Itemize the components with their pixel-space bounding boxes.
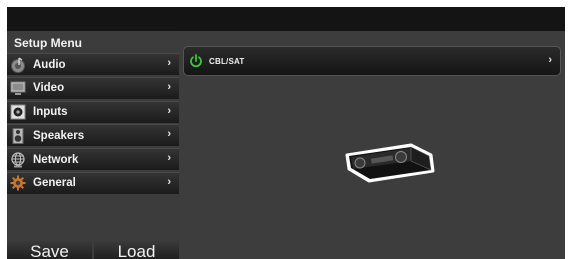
source-label: CBL/SAT [209,56,245,66]
chevron-right-icon: › [167,128,171,141]
setup-screen: Setup Menu Audio › Video › Inputs › Spea… [7,7,565,259]
chevron-right-icon: › [167,80,171,93]
sidebar-item-network[interactable]: Network › [7,148,179,171]
sidebar-item-video[interactable]: Video › [7,76,179,99]
chevron-right-icon: › [548,54,552,66]
chevron-right-icon: › [167,57,171,69]
sidebar-item-speakers[interactable]: Speakers › [7,124,179,147]
sidebar-item-label: Speakers [33,129,85,142]
sidebar-title: Setup Menu [14,36,82,50]
sidebar-item-inputs[interactable]: Inputs › [7,100,179,123]
globe-icon [10,152,26,168]
sidebar-item-audio[interactable]: Audio › [7,53,179,75]
input-jack-icon [10,104,26,120]
speaker-icon [10,127,26,144]
setup-menu: Audio › Video › Inputs › Speakers › Netw… [7,53,179,196]
monitor-icon [10,80,26,96]
top-bar [7,7,565,31]
sidebar-item-label: Network [33,153,79,166]
source-item-cbl-sat[interactable]: CBL/SAT › [183,46,561,76]
load-button[interactable]: Load [94,241,179,259]
bottom-buttons: Save Load [7,241,179,259]
chevron-right-icon: › [167,104,171,117]
av-receiver-image [345,141,437,183]
power-icon [189,54,203,68]
gear-icon [10,175,26,191]
sidebar-item-label: Audio [33,58,66,71]
chevron-right-icon: › [167,152,171,165]
sidebar-item-label: General [33,177,76,190]
content-panel: CBL/SAT › [179,31,565,259]
sidebar: Setup Menu Audio › Video › Inputs › Spea… [7,31,179,259]
save-button[interactable]: Save [7,241,92,259]
sidebar-item-label: Video [33,82,65,95]
sidebar-item-general[interactable]: General › [7,171,179,194]
music-note-icon [10,56,26,73]
sidebar-item-label: Inputs [33,106,68,119]
chevron-right-icon: › [167,175,171,188]
